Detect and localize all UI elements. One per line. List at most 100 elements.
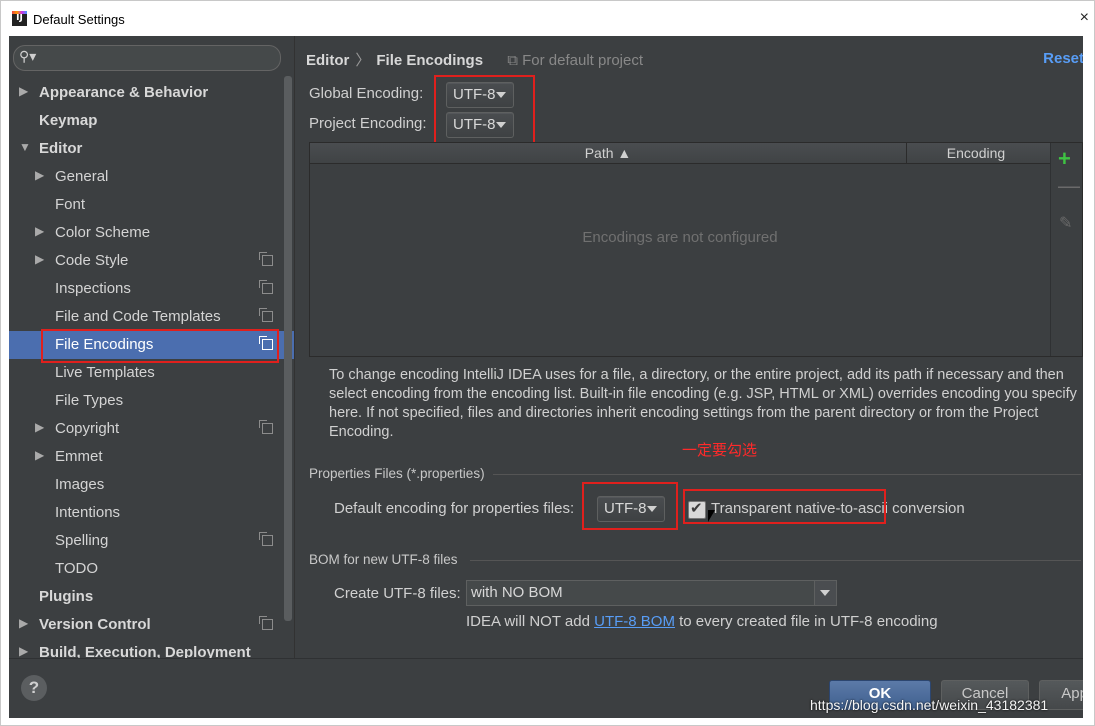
chevron-right-icon[interactable]: ▶ (35, 168, 44, 182)
chevron-right-icon[interactable]: ▶ (35, 448, 44, 462)
sidebar-item-label: Color Scheme (55, 224, 151, 241)
sidebar-item-file-types[interactable]: File Types (9, 387, 294, 415)
settings-sidebar: ⚲▾ ▶ Appearance & Behavior Keymap ▼ Editor ▶ G… (9, 36, 294, 658)
file-encodings-panel: Editor 〉 File Encodings ⧉ For default proj… (294, 36, 1083, 658)
copy-icon: ⧉ (507, 52, 523, 69)
path-encoding-table: Path ▲ Encoding Encodings are not config… (309, 142, 1083, 357)
breadcrumb-editor: Editor (306, 52, 350, 69)
chevron-down-icon[interactable]: ▼ (19, 140, 31, 154)
bom-note: IDEA will NOT add UTF-8 BOM to every cre… (466, 613, 938, 630)
utf8-bom-link[interactable]: UTF-8 BOM (594, 613, 675, 630)
settings-search-input[interactable]: ⚲▾ (13, 45, 281, 71)
title-bar: IJ Default Settings × (9, 7, 1089, 35)
window-frame: IJ Default Settings × ⚲▾ ▶ Appearance & B… (0, 0, 1095, 726)
reset-link[interactable]: Reset (1043, 50, 1083, 67)
chevron-right-icon[interactable]: ▶ (19, 644, 28, 658)
column-path[interactable]: Path ▲ (310, 143, 907, 163)
window-title: Default Settings (33, 12, 125, 27)
sidebar-item-label: File and Code Templates (55, 308, 221, 325)
sidebar-item-label: Emmet (55, 448, 103, 465)
breadcrumb: Editor 〉 File Encodings ⧉ For default proj… (306, 49, 643, 70)
create-utf8-label: Create UTF-8 files: (334, 585, 461, 602)
sidebar-item-label: Intentions (55, 504, 121, 521)
sidebar-item-plugins[interactable]: Plugins (9, 583, 294, 611)
sidebar-item-label: Images (55, 476, 105, 493)
properties-encoding-label: Default encoding for properties files: (334, 500, 575, 517)
sidebar-item-label: Build, Execution, Deployment (39, 644, 251, 658)
divider (470, 560, 1081, 561)
sidebar-item-color-scheme[interactable]: ▶ Color Scheme (9, 219, 294, 247)
settings-dialog: ⚲▾ ▶ Appearance & Behavior Keymap ▼ Editor ▶ G… (9, 36, 1083, 718)
divider (493, 474, 1081, 475)
project-copy-icon (259, 252, 273, 266)
sidebar-item-label: Editor (39, 140, 83, 157)
sidebar-item-font[interactable]: Font (9, 191, 294, 219)
annotation-must-check: 一定要勾选 (682, 442, 758, 459)
project-copy-icon (259, 420, 273, 434)
sidebar-item-images[interactable]: Images (9, 471, 294, 499)
sidebar-item-live-templates[interactable]: Live Templates (9, 359, 294, 387)
sidebar-item-keymap[interactable]: Keymap (9, 107, 294, 135)
sidebar-item-build-execution-deployment[interactable]: ▶ Build, Execution, Deployment (9, 639, 294, 658)
remove-icon[interactable]: — (1058, 173, 1080, 199)
sidebar-item-label: Code Style (55, 252, 129, 269)
sidebar-item-emmet[interactable]: ▶ Emmet (9, 443, 294, 471)
table-empty-text: Encodings are not configured (582, 229, 778, 246)
sidebar-item-label: TODO (55, 560, 99, 577)
sidebar-item-label: Copyright (55, 420, 120, 437)
sidebar-item-label: Plugins (39, 588, 94, 605)
encoding-description: To change encoding IntelliJ IDEA uses fo… (329, 367, 1077, 440)
project-encoding-label: Project Encoding: (309, 115, 427, 132)
breadcrumb-separator: 〉 (355, 52, 371, 69)
sidebar-item-label: Spelling (55, 532, 109, 549)
sidebar-item-label: Keymap (39, 112, 98, 129)
sidebar-item-appearance-behavior[interactable]: ▶ Appearance & Behavior (9, 79, 294, 107)
properties-section-title: Properties Files (*.properties) (309, 466, 485, 481)
chevron-right-icon[interactable]: ▶ (19, 84, 28, 98)
bom-note-after: to every created file in UTF-8 encoding (674, 613, 938, 630)
global-encoding-label: Global Encoding: (309, 85, 424, 102)
bom-select-value: with NO BOM (471, 584, 563, 601)
sidebar-item-label: Inspections (55, 280, 131, 297)
watermark-url: https://blog.csdn.net/weixin_43182381 (810, 697, 1049, 713)
help-button[interactable]: ? (21, 675, 47, 701)
highlight-box-sidebar (41, 329, 279, 363)
table-header: Path ▲ Encoding (310, 143, 1082, 164)
sidebar-item-file-and-code-templates[interactable]: File and Code Templates (9, 303, 294, 331)
add-icon[interactable]: + (1058, 146, 1071, 172)
sidebar-item-inspections[interactable]: Inspections (9, 275, 294, 303)
sidebar-item-editor[interactable]: ▼ Editor (9, 135, 294, 163)
project-copy-icon (259, 308, 273, 322)
table-toolbar: + — ✎ (1050, 143, 1082, 356)
sidebar-item-todo[interactable]: TODO (9, 555, 294, 583)
sidebar-item-intentions[interactable]: Intentions (9, 499, 294, 527)
sidebar-scrollbar[interactable] (284, 76, 292, 621)
sidebar-item-code-style[interactable]: ▶ Code Style (9, 247, 294, 275)
sidebar-item-label: Font (55, 196, 86, 213)
sidebar-item-label: Appearance & Behavior (39, 84, 209, 101)
breadcrumb-file-encodings: File Encodings (376, 52, 484, 69)
project-copy-icon (259, 616, 273, 630)
close-icon[interactable]: × (1080, 9, 1089, 27)
chevron-right-icon[interactable]: ▶ (35, 420, 44, 434)
edit-icon[interactable]: ✎ (1059, 213, 1072, 233)
sidebar-item-label: Live Templates (55, 364, 155, 381)
chevron-right-icon[interactable]: ▶ (35, 224, 44, 238)
bom-select[interactable]: with NO BOM (466, 580, 837, 606)
sidebar-item-label: File Types (55, 392, 124, 409)
bom-section-title: BOM for new UTF-8 files (309, 552, 458, 567)
chevron-right-icon[interactable]: ▶ (19, 616, 28, 630)
sidebar-item-copyright[interactable]: ▶ Copyright (9, 415, 294, 443)
column-encoding[interactable]: Encoding (907, 143, 1045, 163)
intellij-logo-icon: IJ (12, 11, 27, 26)
sidebar-item-general[interactable]: ▶ General (9, 163, 294, 191)
chevron-down-icon[interactable] (814, 581, 836, 605)
sidebar-item-label: Version Control (39, 616, 151, 633)
chevron-right-icon[interactable]: ▶ (35, 252, 44, 266)
scope-text: For default project (522, 52, 644, 69)
highlight-box-properties (582, 482, 678, 530)
sidebar-item-version-control[interactable]: ▶ Version Control (9, 611, 294, 639)
project-scope-label: ⧉ For default project (507, 52, 643, 69)
sidebar-item-label: General (55, 168, 109, 185)
sidebar-item-spelling[interactable]: Spelling (9, 527, 294, 555)
